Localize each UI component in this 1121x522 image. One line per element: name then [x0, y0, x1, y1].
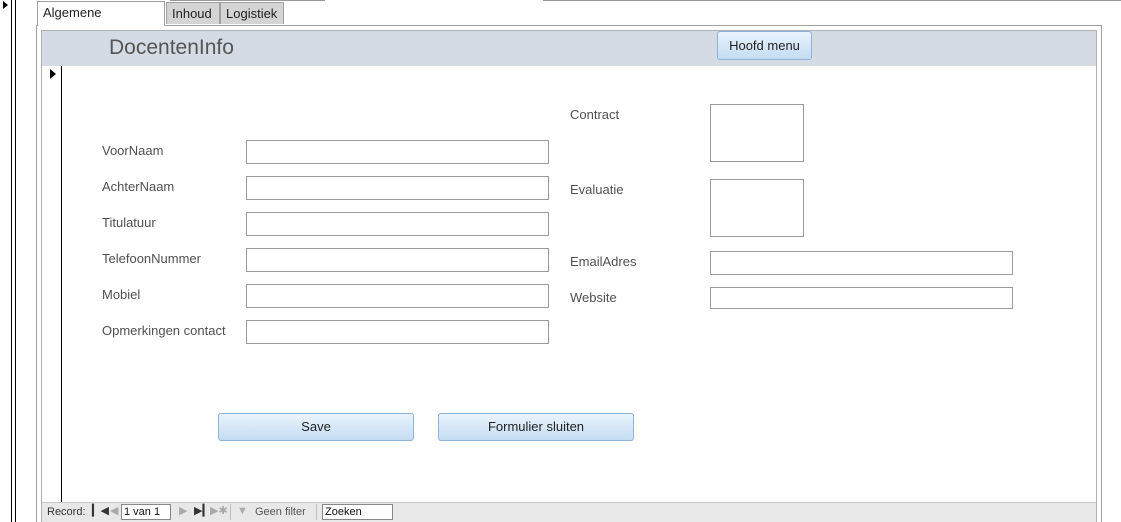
- label-website: Website: [570, 290, 617, 305]
- label-emailadres: EmailAdres: [570, 254, 637, 269]
- emailadres-field[interactable]: [710, 251, 1013, 275]
- achternaam-field[interactable]: [246, 176, 549, 200]
- tab-logistiek[interactable]: Logistiek: [220, 2, 284, 24]
- website-field[interactable]: [710, 287, 1013, 309]
- nav-separator: [230, 504, 231, 520]
- label-achternaam: AchterNaam: [102, 179, 175, 194]
- new-record-icon[interactable]: ▶✱: [210, 504, 228, 518]
- record-selector[interactable]: [42, 66, 62, 502]
- nav-separator: [316, 504, 317, 520]
- telefoonnummer-field[interactable]: [246, 248, 549, 272]
- voornaam-field[interactable]: [246, 140, 549, 164]
- label-opmerkingen-contact: Opmerkingen contact: [102, 323, 226, 338]
- label-evaluatie: Evaluatie: [570, 182, 624, 197]
- filter-status[interactable]: Geen filter: [255, 505, 306, 519]
- label-mobiel: Mobiel: [102, 287, 141, 302]
- label-telefoonnummer: TelefoonNummer: [102, 251, 201, 266]
- outer-border-line: [11, 0, 12, 522]
- record-selector-arrow-icon: [3, 1, 8, 9]
- mobiel-field[interactable]: [246, 284, 549, 308]
- close-form-button[interactable]: Formulier sluiten: [438, 413, 634, 441]
- tab-inhoud[interactable]: Inhoud: [166, 2, 220, 24]
- last-record-icon[interactable]: ▶▎: [194, 504, 211, 518]
- next-record-icon[interactable]: ▶: [179, 504, 187, 518]
- first-record-icon[interactable]: ▎◀: [92, 504, 109, 518]
- titulatuur-field[interactable]: [246, 212, 549, 236]
- search-input[interactable]: Zoeken: [322, 504, 393, 520]
- evaluatie-attachment-box[interactable]: [710, 179, 804, 237]
- top-divider: [170, 0, 325, 1]
- record-label: Record:: [47, 506, 86, 518]
- subform-frame: [41, 30, 1097, 522]
- record-position-input[interactable]: 1 van 1: [121, 504, 171, 520]
- label-contract: Contract: [570, 107, 620, 122]
- save-button[interactable]: Save: [218, 413, 414, 441]
- previous-record-icon[interactable]: ◀: [110, 504, 118, 518]
- label-titulatuur: Titulatuur: [102, 215, 156, 230]
- filter-icon[interactable]: ▼: [237, 504, 248, 518]
- outer-border-line: [15, 0, 16, 522]
- main-menu-button[interactable]: Hoofd menu: [717, 31, 812, 60]
- tab-algemene-gegevens[interactable]: Algemene gegevens: [37, 1, 165, 42]
- form-title: DocentenInfo: [109, 36, 234, 59]
- current-record-arrow-icon: [50, 69, 56, 79]
- contract-attachment-box[interactable]: [710, 104, 804, 162]
- label-voornaam: VoorNaam: [102, 143, 164, 158]
- opmerkingen-contact-field[interactable]: [246, 320, 549, 344]
- top-divider: [543, 0, 1121, 1]
